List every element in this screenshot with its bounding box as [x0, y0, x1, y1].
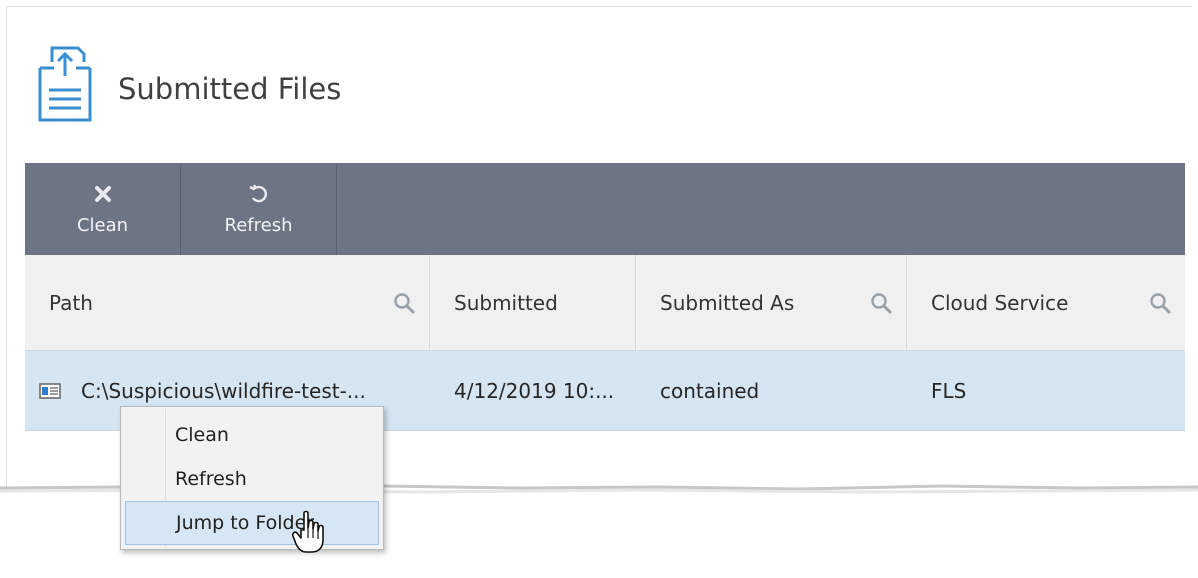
cell-submitted-as: contained	[660, 378, 760, 403]
clean-button-label: Clean	[76, 214, 129, 236]
path-value: C:\Suspicious\wildfire-test-...	[81, 378, 366, 403]
file-icon	[39, 382, 61, 399]
column-header-cloud-service[interactable]: Cloud Service	[907, 255, 1185, 351]
refresh-button[interactable]: Refresh	[181, 163, 337, 255]
column-header-submitted-as[interactable]: Submitted As	[636, 255, 907, 351]
context-menu: Clean Refresh Jump to Folder	[120, 406, 384, 550]
search-icon[interactable]	[870, 292, 892, 314]
search-icon[interactable]	[1149, 292, 1171, 314]
document-upload-icon	[38, 46, 92, 122]
column-header-label: Submitted As	[660, 291, 795, 315]
toolbar: Clean Refresh	[25, 163, 1185, 255]
search-icon[interactable]	[393, 292, 415, 314]
page-title: Submitted Files	[118, 72, 342, 106]
clean-button[interactable]: Clean	[25, 163, 181, 255]
table-header: Path Submitted Submitted As Cloud Servic…	[25, 255, 1185, 351]
refresh-button-label: Refresh	[224, 214, 293, 236]
column-header-label: Path	[49, 291, 93, 315]
hand-pointer-icon	[292, 510, 324, 553]
close-icon	[94, 185, 111, 202]
context-menu-item-jump-to-folder[interactable]: Jump to Folder	[125, 501, 379, 545]
context-menu-item-clean[interactable]: Clean	[125, 413, 379, 457]
column-header-path[interactable]: Path	[25, 255, 430, 351]
cell-cloud-service: FLS	[931, 378, 967, 403]
cell-submitted: 4/12/2019 10:...	[454, 378, 615, 403]
context-menu-item-refresh[interactable]: Refresh	[125, 457, 379, 501]
column-header-label: Submitted	[454, 291, 558, 315]
title-row: Submitted Files	[34, 40, 341, 124]
column-header-submitted[interactable]: Submitted	[430, 255, 636, 351]
refresh-icon	[248, 184, 267, 202]
submitted-files-panel: Submitted Files Clean Refresh Path Submi…	[0, 0, 1198, 578]
column-header-label: Cloud Service	[931, 291, 1069, 315]
